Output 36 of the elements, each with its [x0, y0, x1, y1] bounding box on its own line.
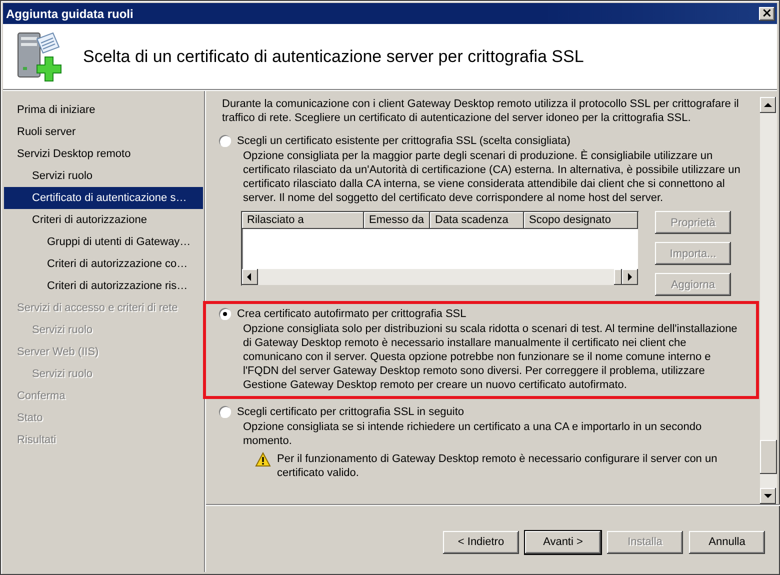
window-title: Aggiunta guidata ruoli [6, 6, 134, 20]
column-header[interactable]: Emesso da [364, 212, 430, 229]
nav-item[interactable]: Certificato di autenticazione s… [4, 187, 203, 209]
wizard-button[interactable]: Avanti > [525, 530, 601, 554]
radio-button[interactable] [219, 135, 231, 147]
option-label[interactable]: Scegli certificato per crittografia SSL in seguito [237, 406, 464, 418]
nav-item[interactable]: Ruoli server [4, 121, 203, 143]
scrollbar-thumb[interactable] [614, 269, 622, 285]
certificate-table[interactable]: Rilasciato a Emesso da Data scadenza Scopo designato [241, 211, 639, 286]
column-header[interactable]: Rilasciato a [242, 212, 364, 229]
warning-text: Per il funzionamento di Gateway Desktop remoto è necessario configurare il server con un certificato valido. [277, 452, 718, 480]
nav-item[interactable]: Criteri di autorizzazione ris… [4, 275, 203, 297]
radio-button[interactable] [219, 308, 231, 320]
nav-item[interactable]: Prima di iniziare [4, 99, 203, 121]
horizontal-scrollbar[interactable] [242, 269, 638, 285]
wizard-button[interactable]: Annulla [689, 530, 765, 554]
intro-text: Durante la comunicazione con i client Gateway Desktop remoto utilizza il protocollo SSL per crittografare il traffico di rete. Scegliere un certificato di autenticazione del server idoneo per la crittografia SSL. [222, 97, 740, 125]
nav-item[interactable]: Gruppi di utenti di Gateway… [4, 231, 203, 253]
close-button[interactable]: × [759, 6, 775, 20]
option-description: Opzione consigliata per la maggior parte degli scenari di produzione. È consigliabile utilizzare un certificato rilasciato da un'Autorità di certificazione (CA) esterna. In alternativa, è possibile utilizzare un certificato rilasciato dalla CA interna, se viene considerata attendibile dai client che si connettono al server. Il nome del soggetto del certificato deve corrispondere al nome host del server. [243, 149, 742, 205]
radio-button[interactable] [219, 406, 231, 418]
column-header[interactable]: Data scadenza [430, 212, 524, 229]
nav-item[interactable]: Servizi Desktop remoto [4, 143, 203, 165]
option-description: Opzione consigliata se si intende richiedere un certificato a una CA e importarlo in un secondo momento. [243, 420, 703, 448]
column-header[interactable]: Scopo designato [524, 212, 638, 229]
nav-item[interactable]: Servizi ruolo [4, 165, 203, 187]
vertical-scrollbar[interactable] [760, 97, 777, 504]
warning-icon [255, 452, 271, 467]
page-heading: Scelta di un certificato di autenticazione server per crittografia SSL [83, 46, 584, 66]
nav-item[interactable]: Criteri di autorizzazione co… [4, 253, 203, 275]
option-description: Opzione consigliata solo per distribuzioni su scala ridotta o scenari di test. Al termine dell'installazione di Gateway Desktop remoto è necessario installare manualmente il certificato nei client che comunicano con il server. Questa opzione potrebbe non funzionare se il nome comune interno e l'FQDN del server Gateway Desktop remoto sono diversi. Per correggere il problema, utilizzare Gestione Gateway Desktop remoto per creare un nuovo certificato autofirmato. [243, 322, 738, 392]
option-label[interactable]: Scegli un certificato esistente per crittografia SSL (scelta consigliata) [237, 135, 570, 147]
nav-item[interactable]: Criteri di autorizzazione [4, 209, 203, 231]
wizard-button[interactable]: < Indietro [443, 530, 519, 554]
scrollbar-thumb[interactable] [760, 440, 777, 474]
option-label[interactable]: Crea certificato autofirmato per crittografia SSL [237, 308, 466, 320]
